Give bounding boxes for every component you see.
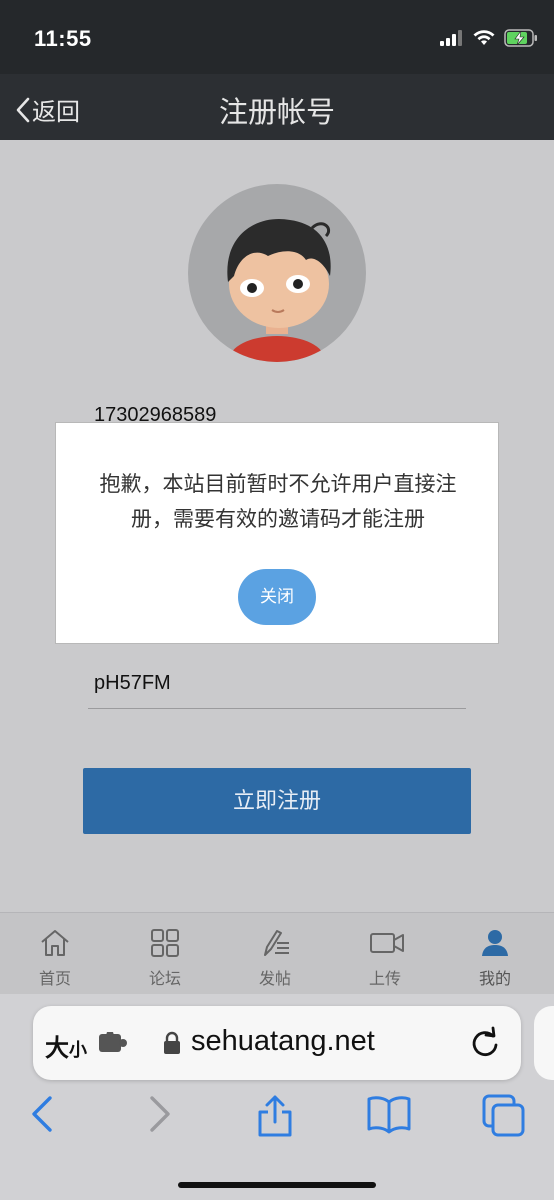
dialog-message: 抱歉，本站目前暂时不允许用户直接注册，需要有效的邀请码才能注册	[99, 473, 457, 531]
status-bar: 11:55	[0, 0, 554, 74]
text-size-button[interactable]: 大小	[45, 1028, 87, 1063]
tabs-icon	[482, 1094, 525, 1137]
browser-forward-button[interactable]	[146, 1094, 174, 1139]
chevron-right-icon	[150, 1096, 170, 1132]
share-button[interactable]	[256, 1094, 294, 1143]
address-bar[interactable]: 大小 sehuatang.net	[33, 1006, 521, 1080]
lock-icon	[163, 1031, 181, 1060]
tab-mine-label: 我的	[478, 971, 511, 988]
home-indicator	[178, 1182, 376, 1188]
tab-post-label: 发帖	[258, 971, 291, 988]
extension-puzzle-icon[interactable]	[99, 1030, 129, 1059]
avatar	[188, 184, 366, 362]
text-size-small: 小	[69, 1040, 87, 1060]
page-title: 注册帐号	[218, 97, 335, 129]
share-icon	[258, 1095, 292, 1137]
browser-toolbar: 大小 sehuatang.net	[0, 994, 554, 1200]
invite-field-underline	[88, 708, 466, 709]
reload-icon[interactable]	[469, 1026, 501, 1065]
dialog-close-button[interactable]: 关闭	[238, 569, 316, 625]
bottom-tab-bar: 首页 论坛 发帖 上传 我的	[0, 912, 554, 995]
register-button[interactable]: 立即注册	[83, 768, 471, 834]
battery-charging-icon	[504, 29, 538, 52]
status-time: 11:55	[34, 26, 92, 51]
tab-post[interactable]: 发帖	[220, 913, 330, 995]
next-tab-preview[interactable]	[534, 1006, 554, 1080]
top-nav-bar: 返回 注册帐号	[0, 74, 554, 140]
alert-dialog: 抱歉，本站目前暂时不允许用户直接注册，需要有效的邀请码才能注册 关闭	[55, 422, 499, 644]
tab-home-label: 首页	[38, 971, 71, 988]
browser-back-button[interactable]	[28, 1094, 56, 1139]
invite-code-input[interactable]: pH57FM	[94, 672, 171, 695]
tab-upload-label: 上传	[368, 971, 401, 988]
cellular-signal-icon	[440, 30, 464, 51]
bookmarks-button[interactable]	[366, 1094, 412, 1139]
tab-upload[interactable]: 上传	[330, 913, 440, 995]
text-size-big: 大	[45, 1035, 69, 1062]
tab-mine[interactable]: 我的	[440, 913, 550, 995]
tab-forum-label: 论坛	[148, 971, 181, 988]
tab-forum[interactable]: 论坛	[110, 913, 220, 995]
cartoon-avatar-icon	[227, 218, 331, 362]
person-icon	[482, 930, 508, 956]
book-icon	[367, 1096, 411, 1134]
chevron-left-icon	[32, 1096, 52, 1132]
compose-icon	[264, 930, 289, 956]
tabs-button[interactable]	[482, 1094, 526, 1143]
home-icon	[41, 930, 69, 956]
video-icon	[370, 933, 404, 953]
grid-icon	[151, 929, 179, 957]
url-text: sehuatang.net	[191, 1025, 375, 1057]
tab-home[interactable]: 首页	[0, 913, 110, 995]
wifi-icon	[472, 28, 496, 51]
